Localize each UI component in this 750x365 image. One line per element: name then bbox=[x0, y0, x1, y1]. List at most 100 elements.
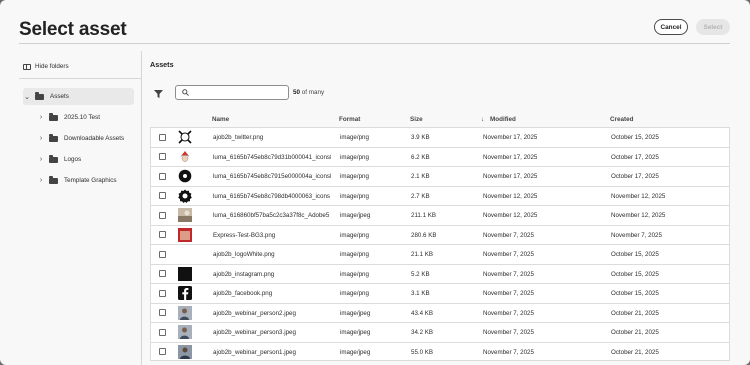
hide-folders-label: Hide folders bbox=[35, 63, 69, 70]
panel-toggle-icon bbox=[23, 63, 31, 70]
row-checkbox[interactable] bbox=[159, 211, 166, 219]
table-row[interactable]: ajob2b_webinar_person1.jpeg image/jpeg 55.… bbox=[150, 341, 730, 361]
asset-format: image/png bbox=[340, 134, 369, 141]
asset-modified: November 7, 2025 bbox=[483, 309, 534, 317]
folder-icon bbox=[49, 134, 58, 142]
tree-item-assets[interactable]: ⌄ Assets bbox=[23, 88, 134, 105]
select-button[interactable]: Select bbox=[696, 19, 730, 35]
row-checkbox[interactable] bbox=[159, 328, 166, 336]
chevron-right-icon[interactable]: › bbox=[37, 114, 45, 121]
asset-size: 55.0 KB bbox=[411, 348, 434, 356]
asset-modified: November 7, 2025 bbox=[483, 290, 534, 297]
asset-thumbnail bbox=[178, 227, 192, 242]
filter-icon[interactable] bbox=[154, 90, 163, 98]
asset-name: ajob2b_facebook.png bbox=[213, 290, 273, 297]
tree-item-label: Assets bbox=[50, 93, 69, 100]
chevron-right-icon[interactable]: › bbox=[37, 156, 45, 163]
folder-icon bbox=[49, 155, 58, 163]
row-checkbox[interactable] bbox=[159, 153, 166, 160]
table-row[interactable]: luma_616860bf57ba5c2c3a37f8c_Adobe5 image… bbox=[150, 205, 730, 225]
table-row[interactable]: luma_6165b745eb8c798db4000063_icons image… bbox=[150, 185, 730, 205]
tree-item-folder[interactable]: › Logos bbox=[19, 151, 142, 168]
asset-name: ajob2b_twitter.png bbox=[213, 134, 264, 141]
table-row[interactable]: Express-Test-BG3.png image/png 280.6 KB Nov… bbox=[150, 224, 730, 244]
asset-name: luma_616860bf57ba5c2c3a37f8c_Adobe5 bbox=[213, 212, 330, 219]
asset-size: 3.9 KB bbox=[411, 134, 430, 141]
asset-modified: November 7, 2025 bbox=[483, 231, 534, 239]
row-checkbox[interactable] bbox=[159, 289, 166, 297]
asset-modified: November 12, 2025 bbox=[483, 212, 538, 219]
tree-item-folder[interactable]: › Template Graphics bbox=[19, 172, 142, 189]
asset-created: October 15, 2025 bbox=[611, 134, 659, 141]
asset-size: 5.2 KB bbox=[411, 270, 430, 278]
row-checkbox[interactable] bbox=[159, 270, 166, 277]
tree-item-folder[interactable]: › Downloadable Assets bbox=[19, 130, 142, 147]
asset-name: luma_6165b745eb8c798db4000063_icons bbox=[213, 192, 330, 200]
table-row[interactable]: luma_6165b745eb8c79d31b000041_icons8 imag… bbox=[150, 146, 730, 166]
table-row[interactable]: ajob2b_facebook.png image/png 3.1 KB Novemb… bbox=[150, 283, 730, 303]
table-row[interactable]: ajob2b_logoWhite.png image/png 21.1 KB Nove… bbox=[150, 244, 730, 264]
dialog-title: Select asset bbox=[19, 19, 127, 40]
asset-format: image/jpeg bbox=[340, 329, 371, 336]
table-row[interactable]: luma_6165b745eb8c7915e000004a_iconsE imag… bbox=[150, 166, 730, 186]
folder-icon bbox=[49, 113, 58, 121]
row-checkbox[interactable] bbox=[159, 231, 166, 238]
cancel-button[interactable]: Cancel bbox=[654, 19, 688, 35]
column-header-name[interactable]: Name bbox=[212, 116, 229, 123]
asset-thumbnail bbox=[178, 247, 192, 261]
tree-item-label: 2025.10 Test bbox=[64, 114, 100, 121]
asset-created: November 12, 2025 bbox=[611, 212, 666, 219]
chevron-down-icon[interactable]: ⌄ bbox=[23, 93, 31, 101]
chevron-right-icon[interactable]: › bbox=[37, 177, 45, 184]
row-checkbox[interactable] bbox=[159, 133, 166, 141]
asset-size: 3.1 KB bbox=[411, 290, 430, 297]
column-header-format[interactable]: Format bbox=[339, 116, 360, 123]
column-header-created[interactable]: Created bbox=[610, 116, 633, 123]
table-row[interactable]: ajob2b_twitter.png image/png 3.9 KB Novembe… bbox=[150, 127, 730, 147]
chevron-right-icon[interactable]: › bbox=[37, 135, 45, 142]
tree-item-folder[interactable]: › 2025.10 Test bbox=[19, 109, 142, 126]
asset-name: ajob2b_instagram.png bbox=[213, 270, 275, 278]
asset-modified: November 7, 2025 bbox=[483, 270, 534, 278]
sort-descending-icon: ↓ bbox=[481, 116, 485, 123]
asset-modified: November 17, 2025 bbox=[483, 173, 538, 180]
asset-name: Express-Test-BG3.png bbox=[213, 231, 276, 239]
asset-thumbnail bbox=[178, 325, 192, 339]
row-checkbox[interactable] bbox=[159, 172, 166, 180]
asset-name: ajob2b_webinar_person3.jpeg bbox=[213, 329, 296, 336]
asset-thumbnail bbox=[178, 188, 192, 203]
row-checkbox[interactable] bbox=[159, 192, 166, 199]
asset-modified: November 17, 2025 bbox=[483, 153, 538, 161]
table-row[interactable]: ajob2b_webinar_person3.jpeg image/jpeg 34.… bbox=[150, 322, 730, 342]
row-checkbox[interactable] bbox=[159, 309, 166, 316]
column-header-modified[interactable]: Modified bbox=[490, 116, 516, 123]
asset-name: ajob2b_webinar_person2.jpeg bbox=[213, 309, 296, 317]
asset-format: image/jpeg bbox=[340, 309, 371, 317]
asset-name: ajob2b_webinar_person1.jpeg bbox=[213, 348, 296, 356]
asset-modified: November 7, 2025 bbox=[483, 329, 534, 336]
search-input[interactable] bbox=[175, 85, 289, 100]
asset-modified: November 7, 2025 bbox=[483, 348, 534, 356]
column-header-size[interactable]: Size bbox=[410, 116, 423, 123]
folder-sidebar: Hide folders ⌄ Assets › 2025.10 Test › D… bbox=[19, 51, 142, 365]
result-count: 50 of many bbox=[293, 89, 324, 96]
folder-icon bbox=[35, 92, 44, 100]
asset-thumbnail bbox=[178, 149, 192, 164]
asset-thumbnail bbox=[178, 286, 192, 300]
hide-folders-button[interactable]: Hide folders bbox=[23, 63, 69, 70]
asset-modified: November 17, 2025 bbox=[483, 134, 538, 141]
asset-thumbnail bbox=[178, 266, 192, 281]
asset-thumbnail bbox=[178, 305, 192, 320]
asset-created: November 12, 2025 bbox=[611, 192, 666, 200]
row-checkbox[interactable] bbox=[159, 348, 166, 355]
row-checkbox[interactable] bbox=[159, 250, 166, 258]
assets-heading: Assets bbox=[150, 60, 174, 69]
result-count-suffix: of many bbox=[300, 89, 325, 96]
table-row[interactable]: ajob2b_webinar_person2.jpeg image/jpeg 43.… bbox=[150, 302, 730, 322]
asset-format: image/png bbox=[340, 231, 369, 239]
table-row[interactable]: ajob2b_instagram.png image/png 5.2 KB Novem… bbox=[150, 263, 730, 283]
asset-created: November 7, 2025 bbox=[611, 231, 662, 239]
asset-format: image/png bbox=[340, 192, 369, 200]
header-divider bbox=[19, 43, 730, 44]
tree-item-label: Logos bbox=[64, 156, 82, 163]
